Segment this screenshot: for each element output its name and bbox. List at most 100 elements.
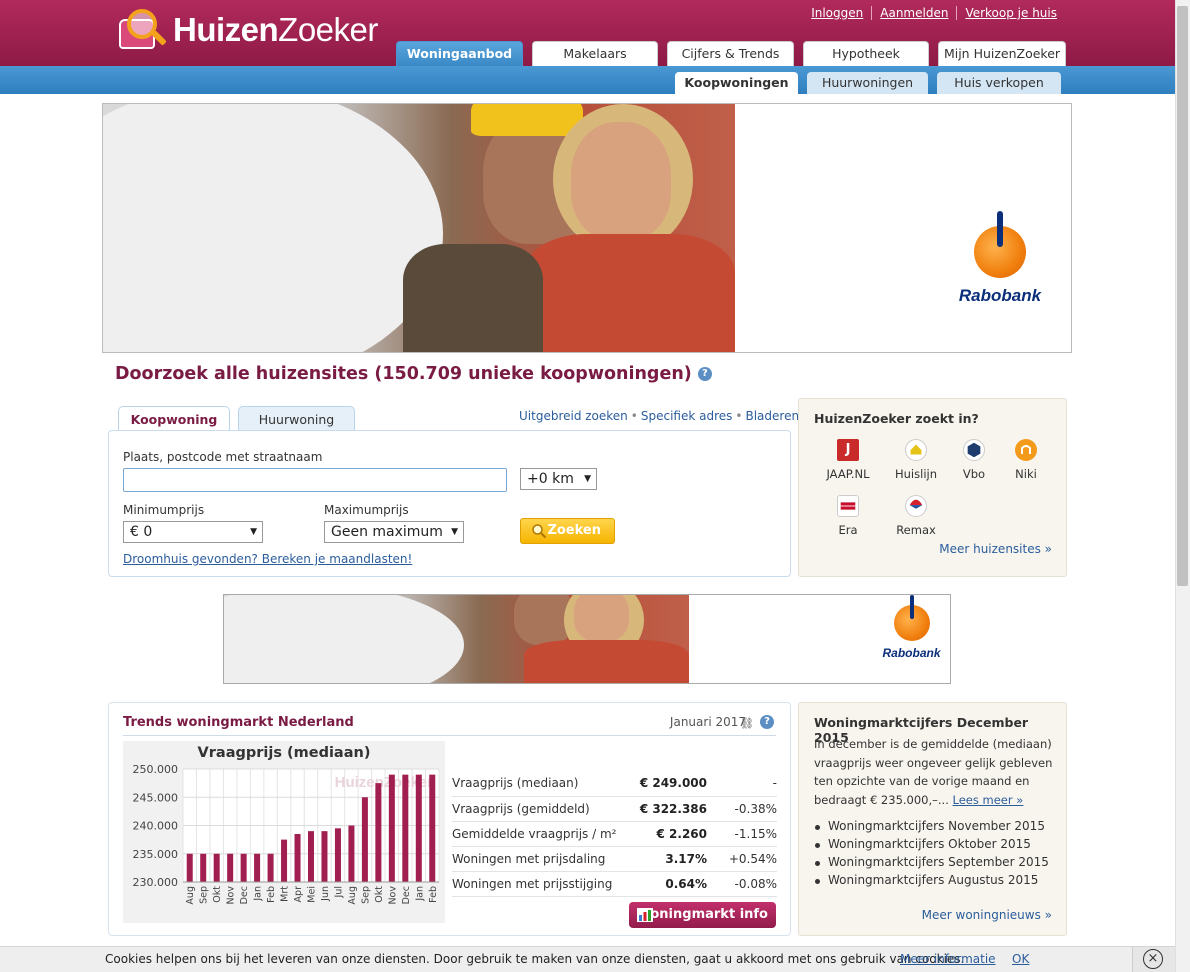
x-tick-label: Sep <box>199 886 210 904</box>
site-niki[interactable]: Niki <box>996 439 1056 481</box>
x-tick-label: Jul <box>333 886 344 898</box>
account-links: Inloggen Aanmelden Verkoop je huis <box>803 6 1065 20</box>
help-icon[interactable]: ? <box>697 367 712 381</box>
x-tick-label: Aug <box>347 886 358 905</box>
news-item[interactable]: Woningmarktcijfers Oktober 2015 <box>814 837 1059 855</box>
help-icon[interactable]: ? <box>760 715 774 729</box>
cookie-text: Cookies helpen ons bij het leveren van o… <box>105 952 965 966</box>
sell-house-link[interactable]: Verkoop je huis <box>956 6 1065 20</box>
ad-banner-small[interactable]: Rabobank <box>223 594 951 684</box>
tab-woningaanbod[interactable]: Woningaanbod <box>396 41 523 66</box>
scrollbar[interactable] <box>1175 0 1190 972</box>
site-jaap[interactable]: J JAAP.NL <box>818 439 878 481</box>
site-huislijn[interactable]: Huislijn <box>886 439 946 481</box>
tab-makelaars[interactable]: Makelaars <box>532 41 658 66</box>
search-icon <box>532 524 547 539</box>
market-info-button[interactable]: Woningmarkt info <box>629 902 776 928</box>
trends-panel: Trends woningmarkt Nederland Januari 201… <box>108 702 791 936</box>
link-icon[interactable]: ⛓ <box>740 717 754 730</box>
site-vbo[interactable]: Vbo <box>944 439 1004 481</box>
niki-icon <box>1015 439 1037 461</box>
more-news-link[interactable]: Meer woningnieuws » <box>922 908 1052 922</box>
y-tick-label: 235.000 <box>133 848 179 861</box>
subtab-huurwoningen[interactable]: Huurwoningen <box>807 72 928 94</box>
vbo-icon <box>963 439 985 461</box>
row-change: -0.08% <box>715 871 777 897</box>
tab-mijn-huizenzoeker[interactable]: Mijn HuizenZoeker <box>938 41 1066 66</box>
news-item[interactable]: Woningmarktcijfers September 2015 <box>814 855 1059 873</box>
browse-link[interactable]: Bladeren <box>745 409 799 423</box>
trends-table: Vraagprijs (mediaan) € 249.000- Vraagprijs… <box>452 771 777 897</box>
mortgage-calc-link[interactable]: Droomhuis gevonden? Bereken je maandlast… <box>123 552 412 566</box>
place-label: Plaats, postcode met straatnaam <box>123 450 323 464</box>
place-input[interactable] <box>123 468 507 492</box>
cookie-ok-link[interactable]: OK <box>1012 952 1029 966</box>
subtab-koopwoningen[interactable]: Koopwoningen <box>675 72 798 94</box>
row-value: € 322.386 <box>632 796 715 822</box>
search-tabs: Koopwoning Huurwoning <box>118 406 355 432</box>
bar <box>240 853 247 882</box>
ad-photo <box>103 104 735 352</box>
subtab-huis-verkopen[interactable]: Huis verkopen <box>937 72 1061 94</box>
table-row: Vraagprijs (mediaan) € 249.000- <box>452 771 777 797</box>
read-more-link[interactable]: Lees meer » <box>953 793 1024 807</box>
specific-address-link[interactable]: Specifiek adres <box>641 409 733 423</box>
x-tick-label: Dec <box>239 886 250 904</box>
bar <box>200 853 207 882</box>
ad-photo-small <box>224 595 689 683</box>
row-value: 3.17% <box>632 846 715 872</box>
tab-hypotheek[interactable]: Hypotheek <box>803 41 929 66</box>
x-tick-label: Dec <box>401 886 412 904</box>
bar <box>308 831 314 882</box>
min-price-label: Minimumprijs <box>123 503 205 517</box>
x-tick-label: Aug <box>185 886 196 905</box>
search-button[interactable]: Zoeken <box>520 518 615 544</box>
price-chart: 250.000245.000240.000235.000230.000Huize… <box>133 763 440 905</box>
x-tick-label: Okt <box>374 886 385 903</box>
chart-area: Vraagprijs (mediaan) 250.000 245.000 240.0… <box>123 741 445 923</box>
news-item[interactable]: Woningmarktcijfers November 2015 <box>814 819 1059 837</box>
bar <box>388 774 395 882</box>
max-price-label: Maximumprijs <box>324 503 409 517</box>
bar <box>281 839 288 882</box>
close-icon: × <box>1143 949 1163 969</box>
news-item[interactable]: Woningmarktcijfers Augustus 2015 <box>814 873 1059 891</box>
more-sites-link[interactable]: Meer huizensites » <box>939 542 1052 556</box>
radius-select[interactable]: +0 km <box>520 468 597 490</box>
x-tick-label: Nov <box>387 886 398 905</box>
cookie-close-button[interactable]: × <box>1132 947 1175 972</box>
row-label: Vraagprijs (mediaan) <box>452 771 633 797</box>
site-remax[interactable]: Remax <box>886 495 946 537</box>
tab-koopwoning[interactable]: Koopwoning <box>118 406 230 432</box>
x-tick-label: Feb <box>428 886 439 903</box>
max-price-select[interactable]: Geen maximum <box>324 521 464 543</box>
logo[interactable]: HuizenZoeker <box>115 6 378 54</box>
table-row: Gemiddelde vraagprijs / m² € 2.260 -1.15% <box>452 821 777 847</box>
bar-chart-icon <box>637 908 653 922</box>
bar <box>375 783 382 882</box>
tab-huurwoning[interactable]: Huurwoning <box>238 406 355 431</box>
bar <box>402 774 409 882</box>
bar <box>334 828 341 882</box>
remax-icon <box>905 495 927 517</box>
rabobank-logo: Rabobank <box>955 210 1045 306</box>
y-tick-label: 245.000 <box>133 791 179 804</box>
logo-icon <box>115 7 167 53</box>
register-link[interactable]: Aanmelden <box>871 6 956 20</box>
scrollbar-thumb[interactable] <box>1177 6 1188 586</box>
bar <box>429 774 436 882</box>
tab-cijfers-trends[interactable]: Cijfers & Trends <box>667 41 794 66</box>
site-era[interactable]: Era <box>818 495 878 537</box>
row-value: € 2.260 <box>632 821 715 847</box>
min-price-select[interactable]: € 0 <box>123 521 263 543</box>
x-tick-label: Jun <box>320 886 331 902</box>
row-label: Woningen met prijsdaling <box>452 846 633 872</box>
row-change: -0.38% <box>715 796 777 822</box>
cookie-more-link[interactable]: Meer informatie <box>900 952 996 966</box>
ad-banner-large[interactable]: Rabobank <box>102 103 1072 353</box>
login-link[interactable]: Inloggen <box>803 6 871 20</box>
x-tick-label: Jan <box>414 886 425 902</box>
row-change: -1.15% <box>715 821 777 847</box>
news-body: In december is de gemiddelde (mediaan) v… <box>814 737 1053 807</box>
advanced-search-link[interactable]: Uitgebreid zoeken <box>519 409 628 423</box>
